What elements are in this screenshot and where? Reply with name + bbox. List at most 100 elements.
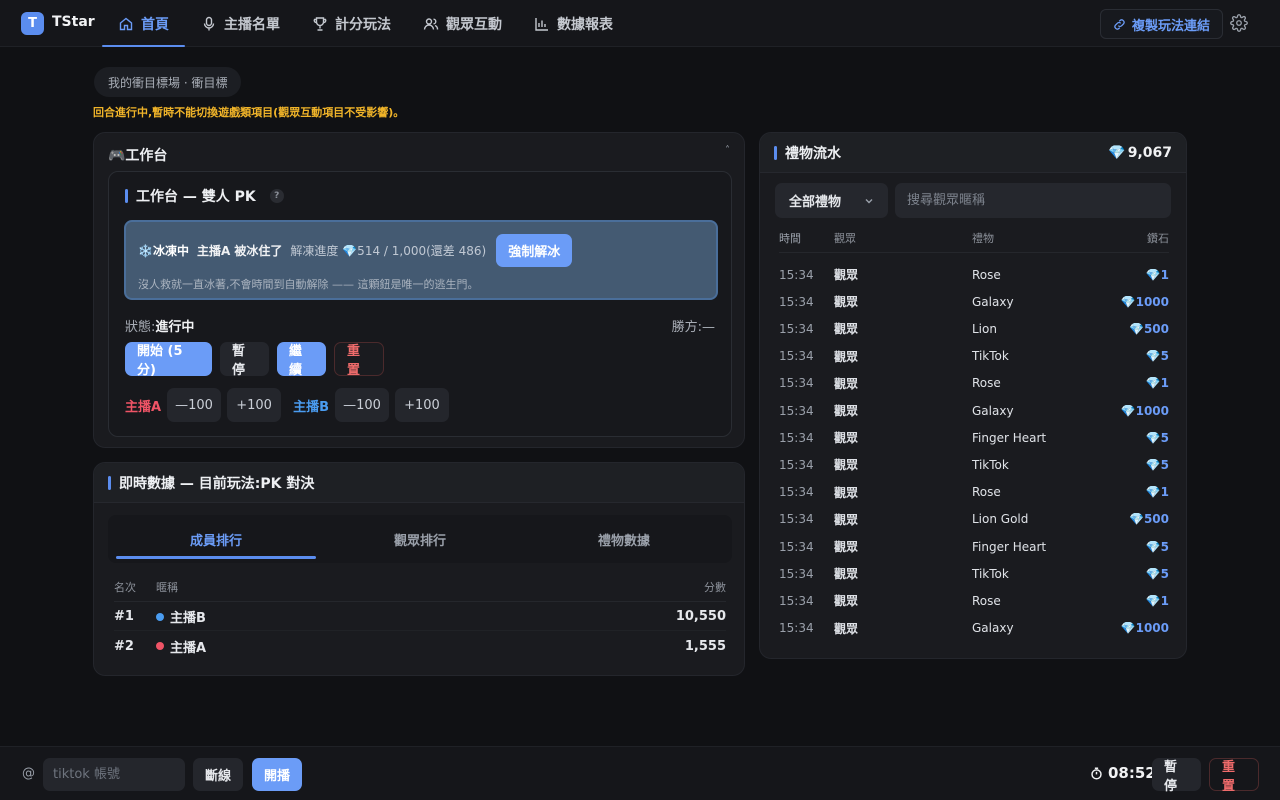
streamer-a-plus-button[interactable]: +100 bbox=[227, 388, 282, 422]
col-viewer: 觀眾 bbox=[834, 232, 856, 245]
gift-name: TikTok bbox=[972, 349, 1009, 364]
gift-filter-select[interactable]: 全部禮物 bbox=[775, 183, 888, 218]
gift-diamonds: 💎1 bbox=[1089, 376, 1169, 390]
gift-diamonds: 💎1000 bbox=[1089, 404, 1169, 418]
collapse-toggle[interactable]: ˄ bbox=[725, 145, 730, 156]
gift-viewer: 觀眾 bbox=[834, 567, 859, 582]
nav-reports[interactable]: 數據報表 bbox=[518, 0, 629, 47]
nav-reports-label: 數據報表 bbox=[557, 16, 613, 33]
copy-link-button[interactable]: 複製玩法連結 bbox=[1100, 9, 1224, 39]
gift-viewer: 觀眾 bbox=[834, 512, 859, 527]
gift-diamonds: 💎1000 bbox=[1089, 295, 1169, 309]
chevron-down-icon bbox=[865, 198, 873, 203]
gift-diamond-value: 1000 bbox=[1135, 294, 1169, 309]
gift-row: 15:34 觀眾 TikTok 💎5 bbox=[779, 343, 1169, 370]
gift-time: 15:34 bbox=[779, 349, 814, 364]
gift-time: 15:34 bbox=[779, 621, 814, 636]
tab-audience-ranking[interactable]: 觀眾排行 bbox=[318, 519, 522, 559]
col-time: 時間 bbox=[779, 232, 801, 245]
tab-gift-data[interactable]: 禮物數據 bbox=[522, 519, 726, 559]
round-timer: 08:52 bbox=[1090, 764, 1156, 782]
nav-home[interactable]: 首頁 bbox=[102, 0, 185, 47]
gift-diamonds: 💎5 bbox=[1089, 431, 1169, 445]
top-nav-bar: T TStar 首頁 主播名單 計分玩法 觀眾互動 數據報表 複製玩法連結 bbox=[0, 0, 1280, 47]
workbench-card: 🎮工作台 ˄ 工作台 — 雙人 PK ? ❄️冰凍中 主播A 被冰住了 解凍進度… bbox=[93, 132, 745, 448]
gift-time: 15:34 bbox=[779, 512, 814, 527]
viewer-search-input[interactable] bbox=[895, 183, 1171, 218]
streamer-b-plus-button[interactable]: +100 bbox=[394, 388, 449, 422]
nav-audience[interactable]: 觀眾互動 bbox=[407, 0, 518, 47]
reset-button[interactable]: 重置 bbox=[334, 342, 384, 378]
diamond-icon: 💎 bbox=[1145, 457, 1161, 472]
col-diamonds: 鑽石 bbox=[1147, 232, 1169, 245]
gift-table-header: 時間 觀眾 禮物 鑽石 bbox=[779, 230, 1169, 253]
gift-time: 15:34 bbox=[779, 294, 814, 309]
resume-button[interactable]: 繼續 bbox=[277, 342, 326, 378]
stopwatch-icon bbox=[1091, 766, 1102, 780]
diamond-icon: 💎 bbox=[1145, 566, 1161, 581]
gift-row: 15:34 觀眾 TikTok 💎5 bbox=[779, 560, 1169, 587]
bottom-pause-button[interactable]: 暫停 bbox=[1152, 758, 1201, 794]
nav-scoring-label: 計分玩法 bbox=[335, 16, 391, 33]
nav-scoring[interactable]: 計分玩法 bbox=[296, 0, 407, 47]
stage-selector[interactable]: 我的衝目標場 · 衝目標 bbox=[94, 67, 242, 97]
ranking-table-header: 名次 暱稱 分數 bbox=[114, 579, 726, 602]
rank-cell: #2 bbox=[114, 638, 134, 654]
app-logo[interactable]: T bbox=[21, 12, 44, 35]
gift-diamond-value: 5 bbox=[1160, 430, 1169, 445]
gift-time: 15:34 bbox=[779, 430, 814, 445]
gift-diamond-value: 1 bbox=[1160, 485, 1169, 500]
streamer-a-label: 主播A bbox=[125, 399, 162, 415]
start-button[interactable]: 開始 (5 分) bbox=[125, 342, 212, 378]
main-nav: 首頁 主播名單 計分玩法 觀眾互動 數據報表 bbox=[102, 0, 629, 47]
gift-row: 15:34 觀眾 Galaxy 💎1000 bbox=[779, 615, 1169, 642]
gift-diamond-value: 5 bbox=[1160, 349, 1169, 364]
gift-diamonds: 💎5 bbox=[1089, 567, 1169, 581]
pause-button[interactable]: 暫停 bbox=[220, 342, 269, 378]
gift-stream-header: 禮物流水 💎 9,067 bbox=[760, 133, 1186, 173]
gift-time: 15:34 bbox=[779, 267, 814, 282]
gift-diamond-value: 500 bbox=[1143, 321, 1169, 336]
force-unfreeze-button[interactable]: 強制解冰 bbox=[496, 234, 573, 267]
nav-streamers[interactable]: 主播名單 bbox=[185, 0, 296, 47]
gear-icon[interactable] bbox=[1230, 14, 1248, 32]
bottom-reset-button[interactable]: 重置 bbox=[1209, 758, 1259, 794]
gift-diamond-value: 500 bbox=[1143, 512, 1169, 527]
bottom-bar: @ 斷線 開播 08:52 暫停 重置 bbox=[0, 746, 1280, 800]
live-data-title: 即時數據 — 目前玩法:PK 對決 bbox=[108, 473, 314, 493]
gift-diamond-value: 1 bbox=[1160, 376, 1169, 391]
gift-row: 15:34 觀眾 Galaxy 💎1000 bbox=[779, 397, 1169, 424]
workbench-title: 🎮工作台 bbox=[108, 148, 168, 164]
gift-name: Galaxy bbox=[972, 403, 1014, 418]
trophy-icon bbox=[313, 16, 327, 31]
streamer-a-minus-button[interactable]: —100 bbox=[167, 388, 222, 422]
member-name: 主播B bbox=[170, 611, 206, 626]
gift-diamonds: 💎1 bbox=[1089, 268, 1169, 282]
go-live-button[interactable]: 開播 bbox=[252, 758, 302, 791]
gift-name: Lion bbox=[972, 321, 997, 336]
diamond-icon: 💎 bbox=[1145, 349, 1161, 364]
gift-diamond-value: 1 bbox=[1160, 267, 1169, 282]
gift-name: TikTok bbox=[972, 566, 1009, 581]
disconnect-button[interactable]: 斷線 bbox=[193, 758, 243, 791]
winner-text: 勝方:— bbox=[671, 320, 715, 335]
help-icon[interactable]: ? bbox=[269, 189, 284, 203]
round-status: 狀態:進行中 bbox=[125, 316, 194, 335]
pk-panel-title-text: 工作台 — 雙人 PK bbox=[136, 189, 256, 205]
gift-diamonds: 💎1 bbox=[1089, 485, 1169, 499]
gift-diamond-value: 5 bbox=[1160, 539, 1169, 554]
diamond-icon: 💎 bbox=[1120, 294, 1136, 309]
col-name: 暱稱 bbox=[156, 581, 178, 594]
streamer-b-minus-button[interactable]: —100 bbox=[334, 388, 389, 422]
gift-name: TikTok bbox=[972, 457, 1009, 472]
tab-member-ranking[interactable]: 成員排行 bbox=[114, 519, 318, 559]
gift-time: 15:34 bbox=[779, 376, 814, 391]
gift-row: 15:34 觀眾 Rose 💎1 bbox=[779, 261, 1169, 288]
gift-diamond-value: 5 bbox=[1160, 566, 1169, 581]
diamond-icon: 💎 bbox=[1145, 267, 1161, 282]
gift-time: 15:34 bbox=[779, 566, 814, 581]
tiktok-account-input[interactable] bbox=[43, 758, 185, 791]
gift-name: Galaxy bbox=[972, 294, 1014, 309]
diamond-icon: 💎 bbox=[1145, 539, 1161, 554]
score-adjusters: 主播A —100 +100 主播B —100 +100 bbox=[125, 388, 449, 422]
